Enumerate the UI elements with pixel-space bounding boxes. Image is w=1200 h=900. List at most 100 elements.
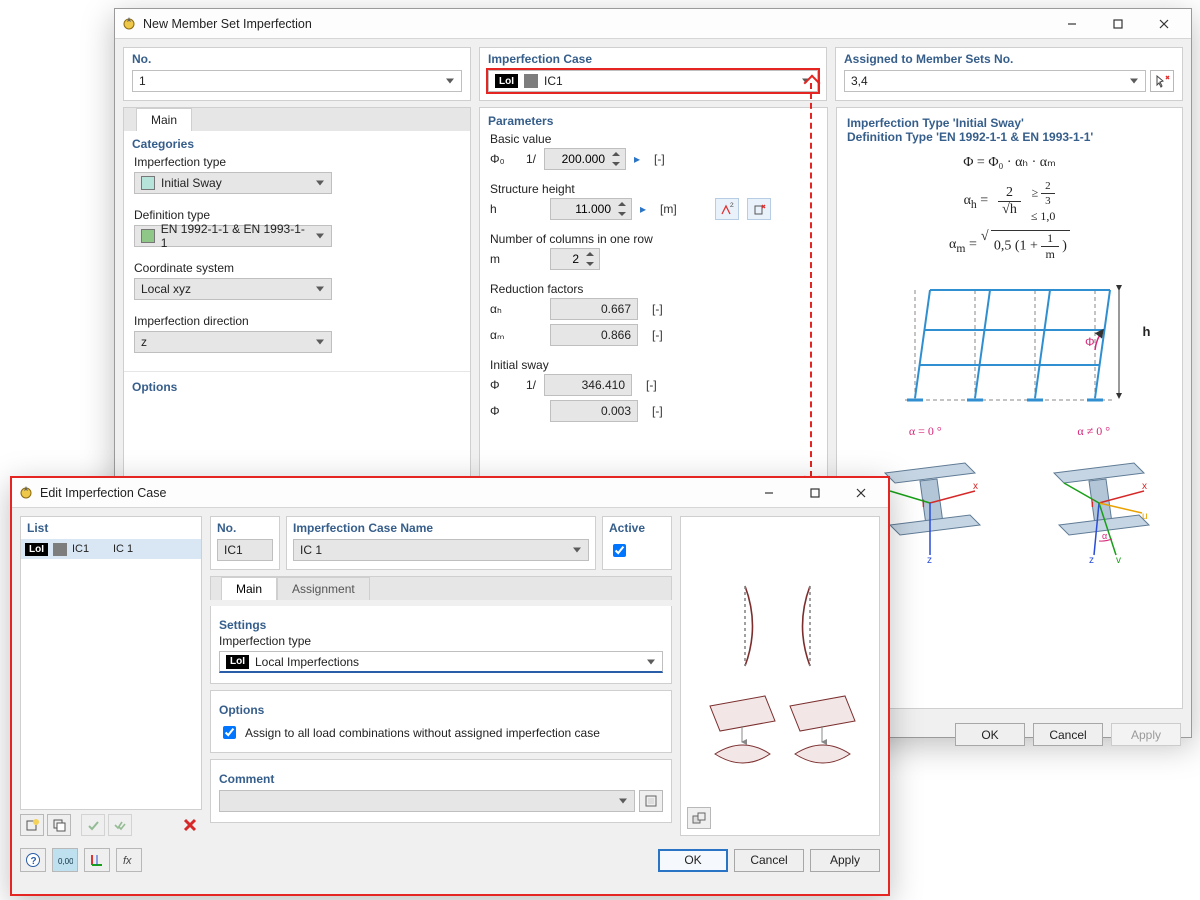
initial-sway-label: Initial sway — [480, 348, 827, 372]
edit-title: Edit Imperfection Case — [40, 486, 746, 500]
def-color-swatch — [141, 229, 155, 243]
tab-main[interactable]: Main — [136, 108, 192, 131]
options-title: Options — [124, 371, 470, 394]
formula-display: Φ = Φ₀ · αₕ · αₘ αh = 2√h ≥ 23 ≤ 1,0 αm … — [837, 144, 1182, 272]
phi-symbol-2: Φ — [490, 404, 518, 418]
phi0-input[interactable] — [544, 148, 626, 170]
edit-imp-type-select[interactable]: LoI Local Imperfections — [219, 651, 663, 673]
phi0-unit: [-] — [654, 152, 665, 166]
delete-item-button[interactable] — [178, 814, 202, 836]
svg-text:u: u — [1142, 511, 1148, 522]
alpha-m-value: 0.866 — [550, 324, 638, 346]
tool-measure-button[interactable]: 2x — [715, 198, 739, 220]
main-apply-button[interactable]: Apply — [1111, 723, 1181, 746]
no-label: No. — [132, 52, 462, 66]
m-step-up[interactable] — [583, 249, 598, 259]
structure-button[interactable] — [84, 848, 110, 872]
h-step-down[interactable] — [615, 209, 630, 219]
units-button[interactable]: 0,00 — [52, 848, 78, 872]
phi0-arrow-icon[interactable]: ▸ — [634, 152, 640, 166]
preview-shell-icon — [695, 676, 865, 776]
svg-text:Φ: Φ — [1085, 335, 1095, 349]
imperfection-direction-label: Imperfection direction — [134, 314, 460, 328]
phi0-value[interactable] — [545, 152, 609, 166]
phi0-step-up[interactable] — [609, 149, 624, 159]
active-label: Active — [609, 521, 665, 535]
edit-close-button[interactable] — [838, 478, 884, 507]
m-value[interactable] — [551, 252, 583, 266]
coordinate-system-select[interactable]: Local xyz — [134, 278, 332, 300]
function-button[interactable]: fx — [116, 848, 142, 872]
m-step-down[interactable] — [583, 259, 598, 269]
preview-panel — [680, 516, 880, 836]
edit-cancel-button[interactable]: Cancel — [734, 849, 804, 872]
copy-item-button[interactable] — [47, 814, 71, 836]
phi0-step-down[interactable] — [609, 159, 624, 169]
m-input[interactable] — [550, 248, 600, 270]
list-item-ic1[interactable]: LoI IC1 IC 1 — [21, 539, 201, 559]
help-button[interactable]: ? — [20, 848, 46, 872]
imperfection-direction-select[interactable]: z — [134, 331, 332, 353]
imperfection-case-select[interactable]: LoI IC1 — [488, 70, 818, 92]
columns-label: Number of columns in one row — [480, 222, 827, 246]
list-name: IC 1 — [113, 543, 133, 555]
check-all-button[interactable] — [108, 814, 132, 836]
edit-apply-button[interactable]: Apply — [810, 849, 880, 872]
assign-all-checkbox[interactable] — [223, 726, 236, 739]
alpha-h-unit: [-] — [652, 302, 663, 316]
case-name-label: Imperfection Case Name — [293, 521, 589, 535]
edit-ok-button[interactable]: OK — [658, 849, 728, 872]
edit-imp-type-label: Imperfection type — [219, 634, 663, 648]
comment-select[interactable] — [219, 790, 635, 812]
main-ok-button[interactable]: OK — [955, 723, 1025, 746]
h-input[interactable] — [550, 198, 632, 220]
edit-imperfection-case-window: Edit Imperfection Case List LoI IC1 IC 1 — [10, 476, 890, 896]
assigned-label: Assigned to Member Sets No. — [844, 52, 1174, 66]
svg-text:2x: 2x — [730, 203, 734, 209]
no-field[interactable]: 1 — [132, 70, 462, 92]
svg-text:i: i — [1091, 499, 1094, 510]
svg-text:0,00: 0,00 — [58, 857, 73, 866]
active-checkbox[interactable] — [613, 544, 626, 557]
imperfection-type-select[interactable]: Initial Sway — [134, 172, 332, 194]
check-one-button[interactable] — [81, 814, 105, 836]
preview-settings-button[interactable] — [687, 807, 711, 829]
list-title: List — [21, 517, 201, 539]
edit-loi-chip: LoI — [226, 655, 249, 669]
def-type-value: EN 1992-1-1 & EN 1993-1-1 — [161, 222, 309, 250]
h-value[interactable] — [551, 202, 615, 216]
definition-type-select[interactable]: EN 1992-1-1 & EN 1993-1-1 — [134, 225, 332, 247]
no-panel: No. 1 — [123, 47, 471, 101]
dir-value: z — [141, 335, 147, 349]
svg-text:α: α — [1102, 531, 1107, 541]
svg-text:fx: fx — [123, 855, 132, 867]
parameters-title: Parameters — [480, 108, 827, 128]
imperfection-type-label: Imperfection type — [134, 155, 460, 169]
imp-type-value: Initial Sway — [161, 176, 222, 190]
assigned-field[interactable]: 3,4 — [844, 70, 1146, 92]
edit-maximize-button[interactable] — [792, 478, 838, 507]
categories-title: Categories — [124, 131, 470, 151]
no-value: 1 — [139, 74, 146, 88]
coordinate-system-label: Coordinate system — [134, 261, 460, 275]
tool-clear-button[interactable] — [747, 198, 771, 220]
new-item-button[interactable] — [20, 814, 44, 836]
edit-options-title: Options — [219, 697, 663, 717]
pick-members-button[interactable] — [1150, 70, 1174, 92]
case-value: IC1 — [544, 74, 563, 88]
edit-imp-type-value: Local Imperfections — [255, 655, 359, 669]
comment-edit-button[interactable] — [639, 790, 663, 812]
main-titlebar[interactable]: New Member Set Imperfection — [115, 9, 1191, 39]
edit-tab-assignment[interactable]: Assignment — [277, 577, 370, 600]
maximize-button[interactable] — [1095, 9, 1141, 38]
edit-minimize-button[interactable] — [746, 478, 792, 507]
h-step-up[interactable] — [615, 199, 630, 209]
close-button[interactable] — [1141, 9, 1187, 38]
edit-tab-main[interactable]: Main — [221, 577, 277, 600]
main-cancel-button[interactable]: Cancel — [1033, 723, 1103, 746]
edit-titlebar[interactable]: Edit Imperfection Case — [12, 478, 888, 508]
loi-chip: LoI — [25, 543, 48, 556]
h-arrow-icon[interactable]: ▸ — [640, 202, 646, 216]
case-name-select[interactable]: IC 1 — [293, 539, 589, 561]
minimize-button[interactable] — [1049, 9, 1095, 38]
